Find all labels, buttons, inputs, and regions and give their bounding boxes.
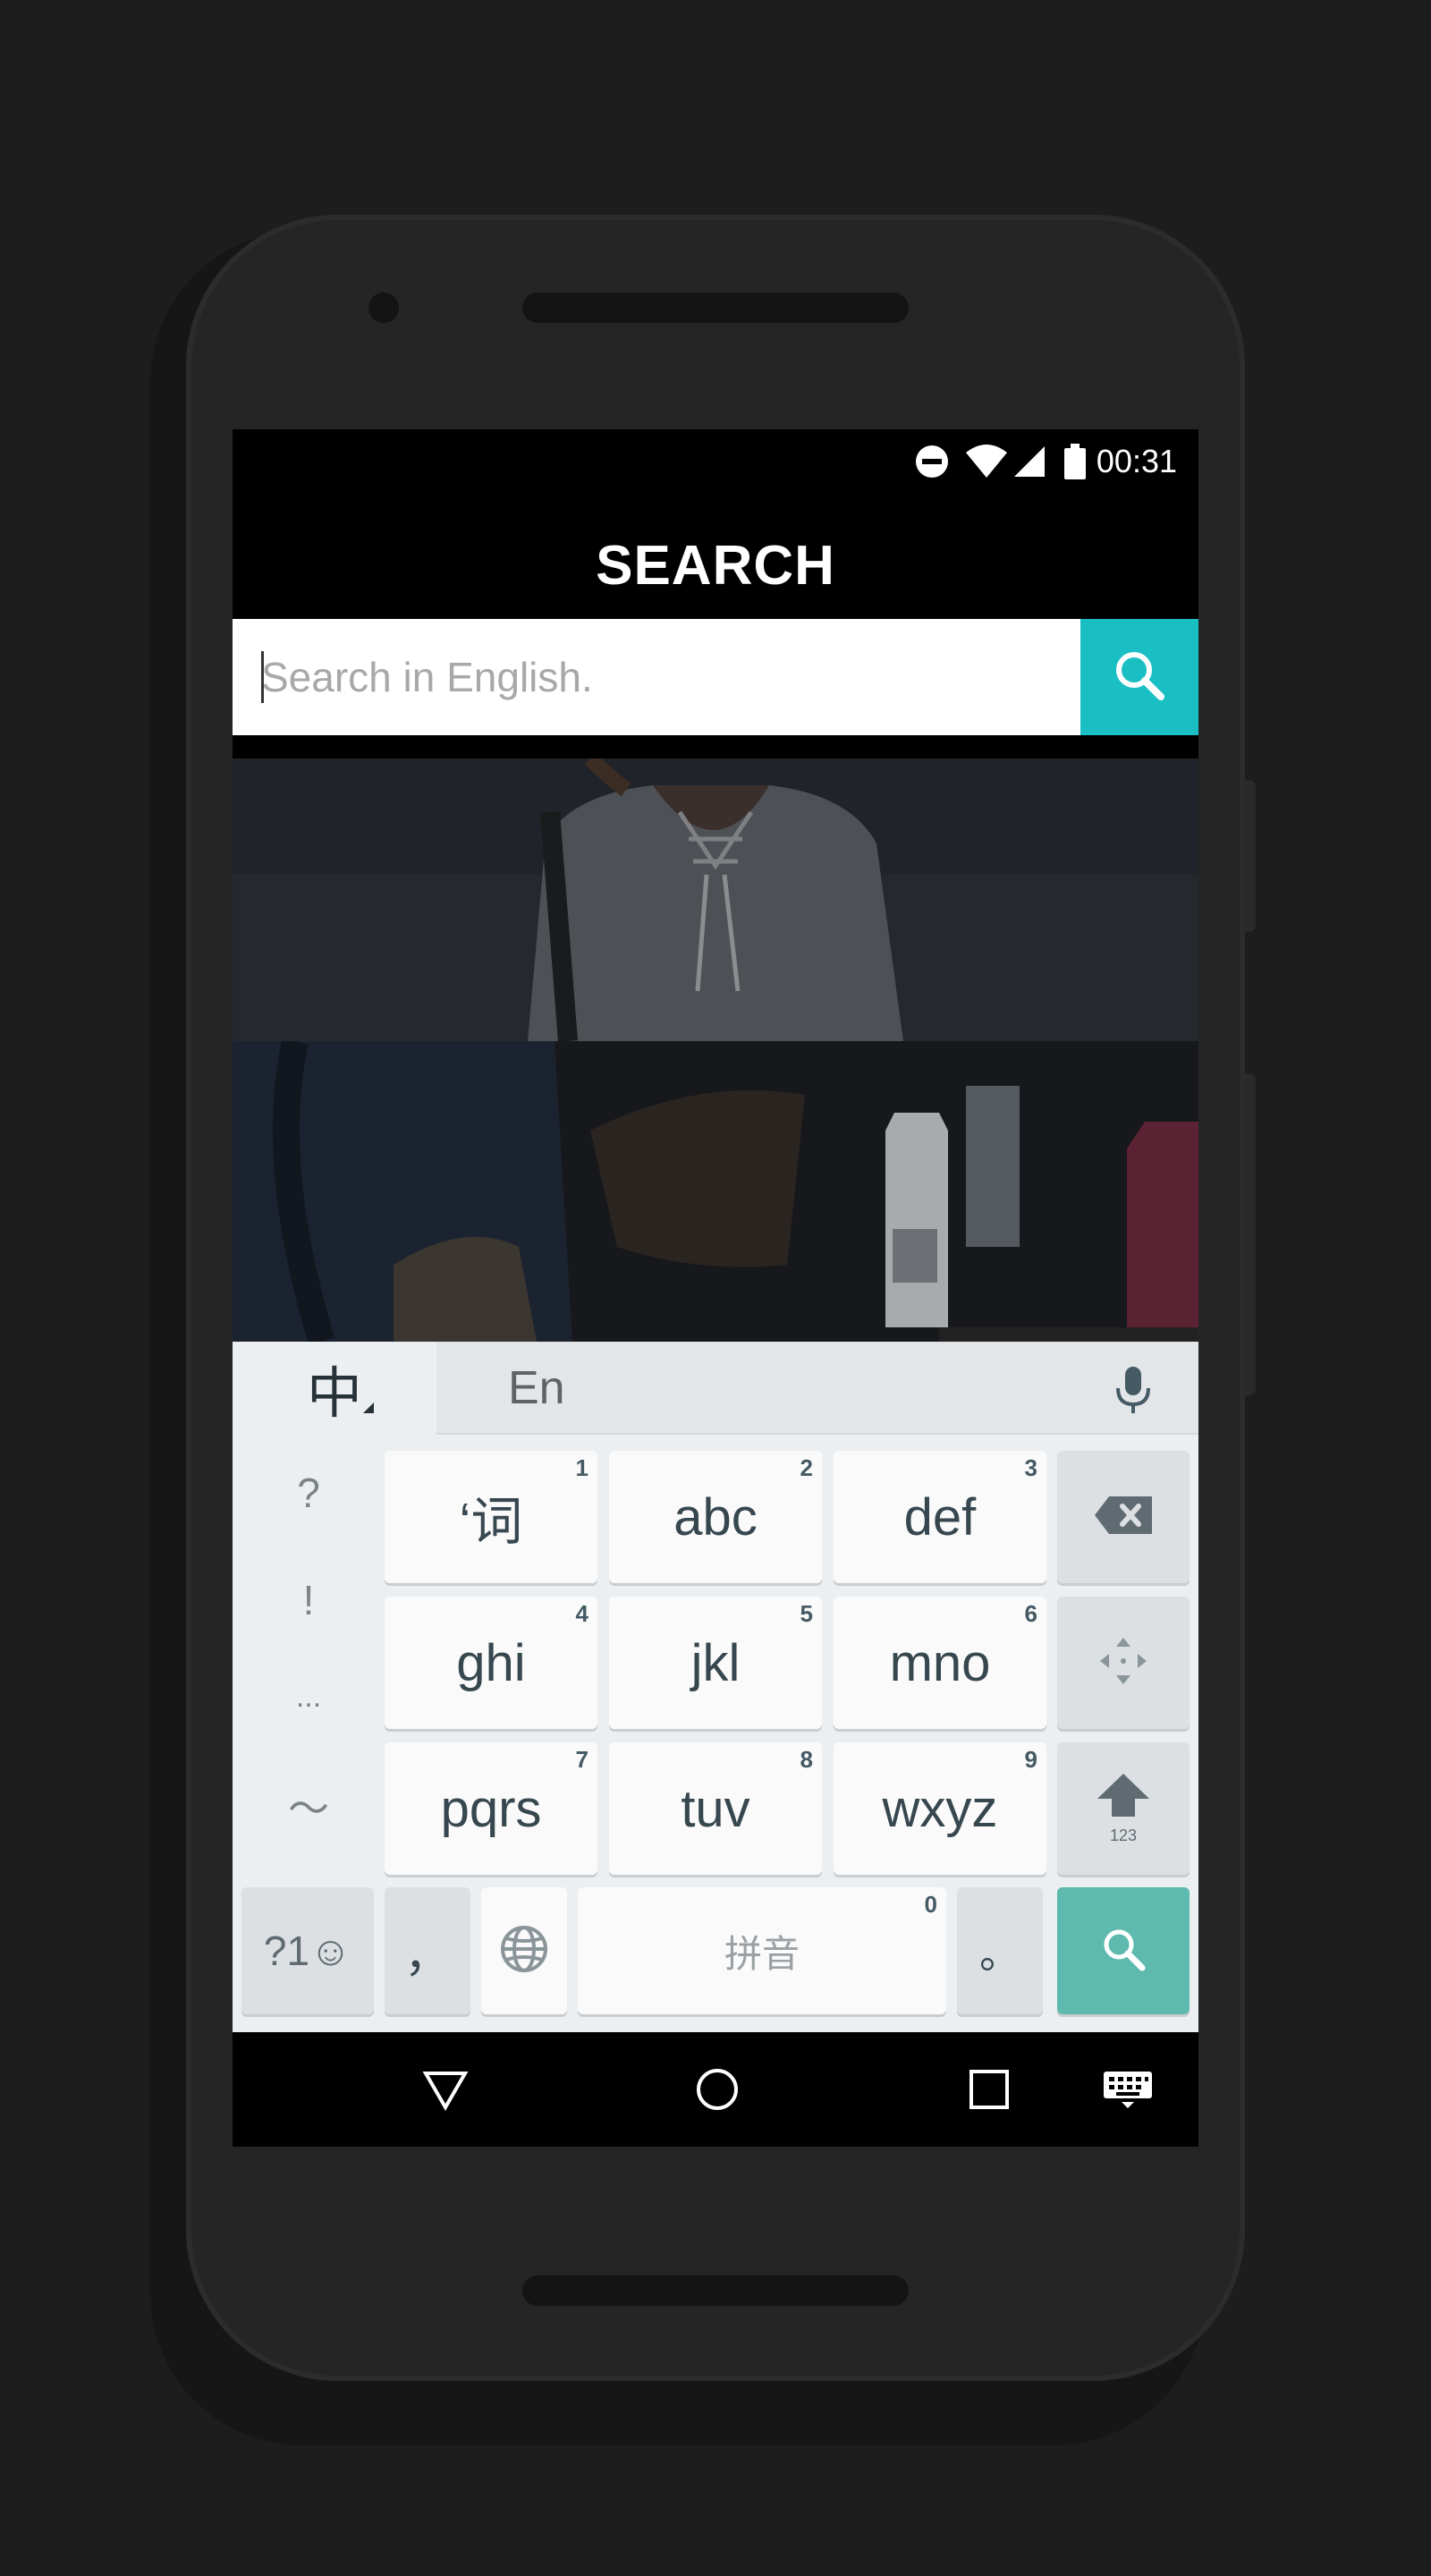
front-camera — [368, 292, 399, 323]
result-card-woman[interactable] — [233, 758, 1198, 1041]
key-label: tuv — [681, 1779, 750, 1838]
symbol-tilde[interactable]: ～ — [241, 1776, 376, 1835]
key-label: mno — [889, 1633, 991, 1692]
back-icon[interactable] — [422, 2066, 469, 2117]
cell-signal-icon — [1012, 445, 1046, 479]
shift-sub-label: 123 — [1109, 1826, 1138, 1844]
lang-switch-english[interactable]: En — [508, 1361, 565, 1415]
status-time: 00:31 — [1096, 443, 1177, 479]
key-number: 8 — [800, 1746, 813, 1773]
symbol-column: ? ! ... ～ — [241, 1445, 376, 1871]
key-label: jkl — [690, 1633, 741, 1692]
key-1[interactable]: ‘词 1 — [385, 1451, 597, 1583]
globe-key[interactable] — [481, 1887, 567, 2014]
key-label: ‘词 — [459, 1493, 523, 1551]
search-bar — [233, 619, 1198, 735]
key-6[interactable]: mno 6 — [834, 1597, 1046, 1729]
backspace-icon — [1093, 1495, 1154, 1540]
symbol-question[interactable]: ? — [241, 1469, 376, 1517]
key-number: 0 — [924, 1891, 937, 1918]
backspace-key[interactable] — [1057, 1451, 1190, 1583]
navigation-bar — [233, 2032, 1198, 2147]
lang-chinese-label: 中 — [306, 1363, 362, 1425]
symbols-emoji-label: ?1☺ — [263, 1928, 352, 1974]
app-header: SEARCH — [233, 494, 1198, 637]
enter-search-key[interactable] — [1057, 1887, 1190, 2014]
key-label: abc — [673, 1487, 758, 1546]
search-icon — [1111, 647, 1168, 708]
key-number: 5 — [800, 1600, 813, 1627]
key-label: def — [903, 1487, 977, 1546]
comma-label: ， — [403, 1929, 451, 1982]
key-number: 6 — [1024, 1600, 1037, 1627]
space-key[interactable]: 拼音 0 — [578, 1887, 946, 2014]
globe-icon — [499, 1924, 549, 1979]
photo-milk-cartons — [233, 1041, 1198, 1342]
key-8[interactable]: tuv 8 — [609, 1742, 822, 1875]
key-label: ghi — [456, 1633, 526, 1692]
key-number: 9 — [1024, 1746, 1037, 1773]
space-label: 拼音 — [724, 1932, 800, 1975]
shift-arrow-icon — [1096, 1772, 1151, 1823]
symbol-exclaim[interactable]: ! — [241, 1576, 376, 1624]
keyboard-toolbar: 中 En — [233, 1342, 1198, 1435]
key-9[interactable]: wxyz 9 — [834, 1742, 1046, 1875]
search-input[interactable] — [233, 619, 1080, 735]
power-button — [1245, 780, 1256, 932]
key-label: pqrs — [440, 1779, 542, 1838]
key-number: 3 — [1024, 1454, 1037, 1481]
lang-menu-indicator-icon — [363, 1402, 374, 1413]
mic-icon[interactable] — [1113, 1365, 1153, 1419]
home-icon[interactable] — [694, 2066, 741, 2117]
search-button[interactable] — [1080, 619, 1198, 735]
page-title: SEARCH — [596, 534, 835, 597]
recents-icon[interactable] — [966, 2066, 1012, 2117]
bottom-speaker — [522, 2275, 909, 2306]
key-number: 2 — [800, 1454, 813, 1481]
volume-button — [1245, 1073, 1256, 1395]
status-bar: 00:31 — [233, 429, 1198, 494]
top-speaker — [522, 292, 909, 323]
key-label: wxyz — [882, 1779, 998, 1838]
key-7[interactable]: pqrs 7 — [385, 1742, 597, 1875]
period-label: 。 — [979, 1930, 1020, 1977]
ime-keyboard: 中 En ? ! ... ～ ‘词 1 abc 2 def 3 ghi 4 jk… — [233, 1342, 1198, 2032]
symbol-ellipsis[interactable]: ... — [241, 1680, 376, 1715]
key-number: 1 — [575, 1454, 588, 1481]
shift-key[interactable]: 123 — [1057, 1742, 1190, 1875]
lang-switch-chinese[interactable]: 中 — [233, 1342, 436, 1435]
comma-key[interactable]: ， — [385, 1887, 470, 2014]
text-cursor — [261, 651, 264, 703]
phone-screen: 00:31 SEARCH Search in English. 中 En ? !… — [233, 429, 1198, 2147]
move-cursor-icon — [1098, 1636, 1148, 1690]
cursor-move-key[interactable] — [1057, 1597, 1190, 1729]
do-not-disturb-icon — [914, 444, 950, 479]
photo-woman-hoodie — [233, 758, 1198, 1041]
key-4[interactable]: ghi 4 — [385, 1597, 597, 1729]
keyboard-switch-icon[interactable] — [1102, 2070, 1154, 2114]
battery-icon — [1063, 444, 1086, 479]
period-key[interactable]: 。 — [957, 1887, 1043, 2014]
search-icon — [1098, 1924, 1148, 1979]
wifi-icon — [964, 444, 1009, 479]
result-card-milk[interactable] — [233, 1041, 1198, 1342]
key-2[interactable]: abc 2 — [609, 1451, 822, 1583]
symbols-emoji-key[interactable]: ?1☺ — [241, 1887, 374, 2014]
key-number: 4 — [575, 1600, 588, 1627]
key-5[interactable]: jkl 5 — [609, 1597, 822, 1729]
key-number: 7 — [575, 1746, 588, 1773]
key-3[interactable]: def 3 — [834, 1451, 1046, 1583]
